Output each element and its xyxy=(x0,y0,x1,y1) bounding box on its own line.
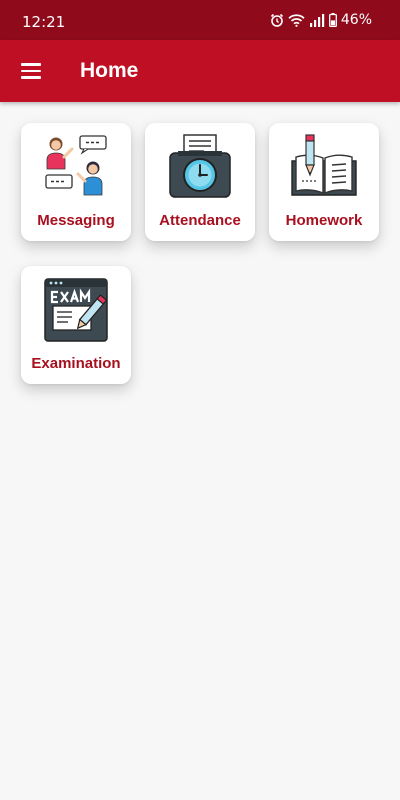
tile-label: Attendance xyxy=(159,212,241,229)
tile-label: Examination xyxy=(31,355,121,372)
hamburger-menu-icon[interactable] xyxy=(14,54,48,88)
signal-icon xyxy=(309,13,325,27)
homework-tile[interactable]: Homework xyxy=(269,123,379,241)
tile-label: Messaging xyxy=(37,212,115,229)
status-icons: 46% xyxy=(270,12,372,28)
attendance-clock-icon xyxy=(169,134,231,198)
tile-label: Homework xyxy=(285,212,363,229)
status-time: 12:21 xyxy=(22,13,66,31)
messaging-tile[interactable]: Messaging xyxy=(21,123,131,241)
messaging-icon xyxy=(45,135,107,196)
exam-icon xyxy=(44,278,108,342)
alarm-icon xyxy=(270,13,284,27)
status-bar: 12:21 46% xyxy=(0,0,400,40)
battery-percent: 46% xyxy=(340,12,372,28)
page-title: Home xyxy=(80,59,139,82)
homework-book-icon xyxy=(291,134,357,196)
app-bar: Home xyxy=(0,40,400,102)
attendance-tile[interactable]: Attendance xyxy=(145,123,255,241)
battery-icon xyxy=(328,13,337,27)
examination-tile[interactable]: Examination xyxy=(21,266,131,384)
wifi-icon xyxy=(288,13,305,27)
